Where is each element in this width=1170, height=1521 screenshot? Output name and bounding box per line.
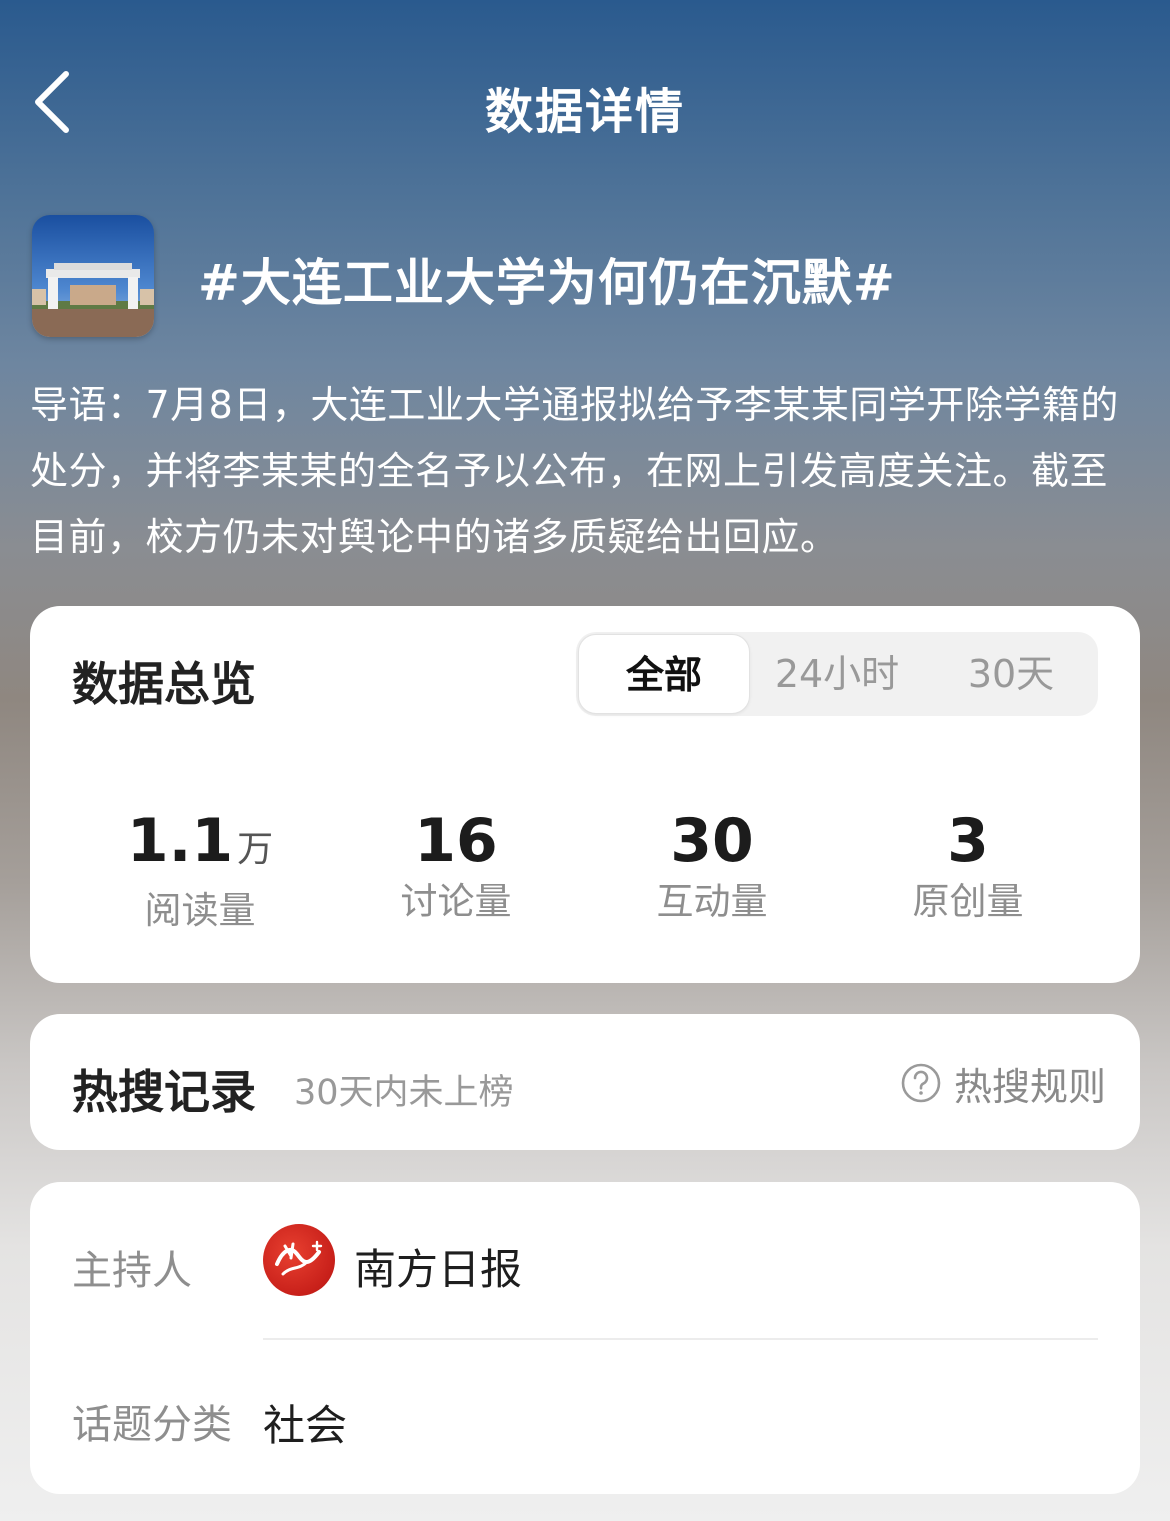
stat-label: 阅读量	[144, 889, 256, 932]
tab-all[interactable]: 全部	[578, 634, 750, 714]
stat-label: 原创量	[912, 880, 1024, 923]
stat-reads: 1.1 万 阅读量	[70, 806, 330, 935]
stat-number: 16	[414, 806, 498, 876]
data-overview-card: 数据总览 全部 24小时 30天 1.1 万 阅读量 16 讨论量 30 互动量 …	[30, 606, 1140, 983]
stat-value: 1.1 万	[70, 806, 330, 885]
stat-label: 互动量	[656, 880, 768, 923]
stat-discussions: 16 讨论量	[326, 806, 586, 926]
stat-number: 3	[947, 806, 989, 876]
hot-search-rules-link[interactable]: 热搜规则	[900, 1058, 1106, 1109]
time-range-tabs: 全部 24小时 30天	[576, 632, 1098, 716]
tab-30d[interactable]: 30天	[924, 632, 1098, 716]
nav-bar: 数据详情	[0, 0, 1170, 200]
hot-search-card: 热搜记录 30天内未上榜 热搜规则	[30, 1014, 1140, 1150]
category-value: 社会	[263, 1401, 348, 1450]
topic-thumbnail[interactable]	[32, 215, 154, 337]
hot-search-status: 30天内未上榜	[294, 1073, 514, 1113]
question-circle-icon	[901, 1063, 941, 1103]
host-logo[interactable]	[263, 1224, 335, 1296]
stat-interactions: 30 互动量	[582, 806, 842, 926]
category-label: 话题分类	[72, 1402, 232, 1448]
topic-header: #大连工业大学为何仍在沉默#	[32, 215, 1142, 339]
stat-label: 讨论量	[400, 880, 512, 923]
tab-24h[interactable]: 24小时	[750, 632, 924, 716]
stat-originals: 3 原创量	[838, 806, 1098, 926]
stat-unit: 万	[237, 829, 274, 870]
hot-search-title: 热搜记录	[72, 1065, 256, 1119]
stat-number: 1.1	[126, 806, 234, 876]
page-title: 数据详情	[484, 84, 685, 140]
topic-info-card: 主持人 南方日报 话题分类 社会	[30, 1182, 1140, 1494]
divider	[263, 1338, 1098, 1340]
topic-intro: 导语：7月8日，大连工业大学通报拟给予李某某同学开除学籍的处分，并将李某某的全名…	[30, 383, 1119, 559]
host-label: 主持人	[72, 1248, 192, 1294]
host-name[interactable]: 南方日报	[354, 1236, 522, 1297]
overview-title: 数据总览	[72, 657, 256, 711]
stat-number: 30	[670, 806, 754, 876]
hot-search-rules-label: 热搜规则	[953, 1064, 1106, 1109]
topic-title: #大连工业大学为何仍在沉默#	[198, 254, 896, 312]
